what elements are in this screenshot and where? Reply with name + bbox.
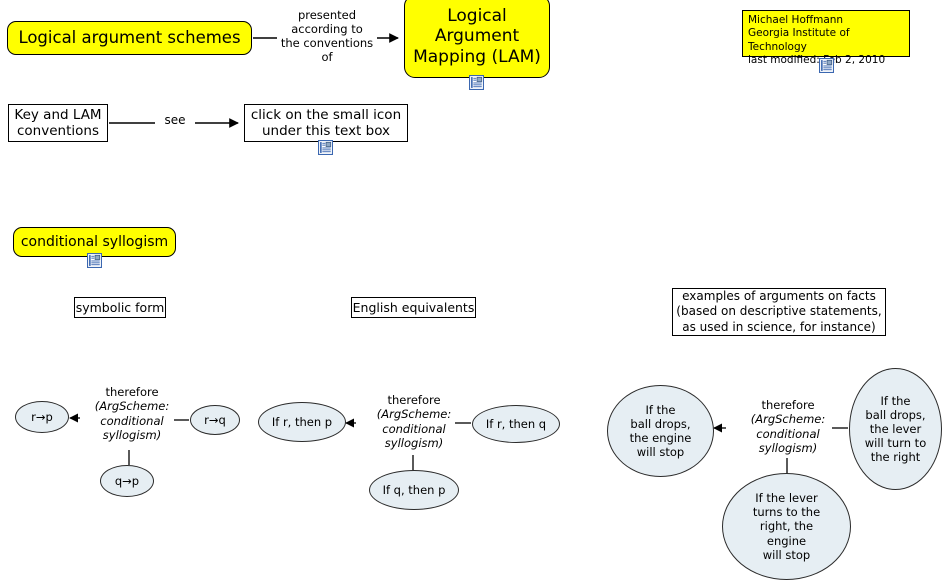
link-text: see: [164, 113, 186, 127]
proposition-node-major-premise-example[interactable]: If the ball drops, the lever will turn t…: [849, 368, 942, 490]
document-resource-icon[interactable]: [318, 140, 333, 155]
node-label-line-2: under this text box: [261, 123, 391, 139]
proposition-node-minor-premise-english[interactable]: If q, then p: [369, 470, 459, 510]
concept-node-logical-argument-mapping[interactable]: Logical Argument Mapping (LAM): [404, 0, 550, 78]
proposition-line-3: the lever: [869, 421, 922, 436]
proposition-line-2: turns to the: [752, 505, 821, 520]
link-scheme-line-1: (ArgScheme:: [750, 412, 826, 427]
proposition-text: If r, then q: [485, 416, 547, 431]
link-label-see[interactable]: see: [156, 113, 194, 128]
node-label-line-2: Argument: [434, 26, 520, 47]
proposition-node-conclusion-english[interactable]: If r, then p: [258, 402, 346, 442]
link-line-4: of: [321, 50, 333, 65]
node-label-line-1: click on the small icon: [250, 106, 402, 123]
proposition-node-minor-premise-example[interactable]: If the lever turns to the right, the eng…: [722, 473, 851, 580]
link-scheme-line-2: conditional: [100, 413, 164, 428]
proposition-line-5: will stop: [762, 547, 811, 562]
node-label: conditional syllogism: [20, 233, 169, 250]
link-scheme-line-3: syllogism): [384, 435, 444, 450]
concept-node-key-and-lam-conventions[interactable]: Key and LAM conventions: [8, 104, 108, 142]
column-label-symbolic-form[interactable]: symbolic form: [74, 297, 166, 318]
label-line-1: examples of arguments on facts: [682, 288, 876, 303]
proposition-node-conclusion-example[interactable]: If the ball drops, the engine will stop: [607, 385, 714, 477]
column-label-english-equivalents[interactable]: English equivalents: [351, 297, 476, 318]
link-scheme-line-1: (ArgScheme:: [94, 399, 170, 414]
proposition-line-1: If the lever: [755, 491, 818, 506]
proposition-text: r→q: [204, 412, 226, 427]
node-label-line-3: Mapping (LAM): [413, 46, 541, 67]
proposition-line-2: ball drops,: [865, 407, 926, 422]
link-scheme-line-1: (ArgScheme:: [376, 407, 452, 422]
proposition-text: r→p: [31, 409, 53, 424]
proposition-node-major-premise-english[interactable]: If r, then q: [472, 405, 560, 443]
label-line-2: (based on descriptive statements,: [676, 304, 882, 319]
proposition-node-conclusion-symbolic[interactable]: r→p: [15, 401, 69, 433]
node-label-line-1: Logical: [447, 6, 507, 27]
node-label-line-1: Key and LAM: [14, 106, 102, 123]
link-line-1: presented: [297, 8, 357, 22]
proposition-text: If r, then p: [271, 414, 333, 429]
label-text: symbolic form: [75, 300, 165, 315]
link-scheme-line-3: syllogism): [102, 427, 162, 442]
proposition-text: q→p: [114, 473, 140, 488]
document-resource-icon[interactable]: [819, 58, 834, 73]
link-scheme-line-3: syllogism): [758, 440, 818, 455]
link-scheme-line-2: conditional: [756, 426, 820, 441]
link-label-therefore-example[interactable]: therefore (ArgScheme: conditional syllog…: [738, 398, 838, 455]
proposition-line-4: engine: [766, 533, 807, 548]
link-therefore-word: therefore: [761, 398, 815, 412]
proposition-node-major-premise-symbolic[interactable]: r→q: [190, 405, 240, 435]
proposition-line-2: ball drops,: [630, 416, 691, 431]
link-label-presented-according-to[interactable]: presented according to the conventions o…: [278, 8, 376, 65]
proposition-line-4: will stop: [636, 445, 685, 460]
document-resource-icon[interactable]: [87, 253, 102, 268]
proposition-line-3: the engine: [629, 431, 692, 445]
proposition-line-5: the right: [870, 450, 921, 465]
link-scheme-line-2: conditional: [382, 421, 446, 436]
label-line-3: as used in science, for instance): [682, 319, 876, 334]
link-therefore-word: therefore: [105, 385, 159, 399]
concept-node-logical-argument-schemes[interactable]: Logical argument schemes: [7, 21, 252, 55]
document-resource-icon[interactable]: [469, 75, 484, 90]
concept-node-click-on-small-icon[interactable]: click on the small icon under this text …: [244, 104, 408, 142]
node-label-line-2: conventions: [17, 123, 99, 139]
node-label: Logical argument schemes: [18, 28, 241, 48]
author-affiliation: Georgia Institute of Technology: [748, 27, 850, 53]
proposition-line-1: If the: [880, 393, 911, 408]
link-label-therefore-english[interactable]: therefore (ArgScheme: conditional syllog…: [364, 393, 464, 450]
link-line-3: the conventions: [280, 36, 374, 51]
author-info-box[interactable]: Michael Hoffmann Georgia Institute of Te…: [742, 10, 910, 66]
proposition-node-minor-premise-symbolic[interactable]: q→p: [100, 465, 154, 497]
link-line-2: according to: [291, 22, 363, 37]
proposition-line-1: If the: [645, 402, 676, 417]
concept-map-canvas: Logical argument schemes presented accor…: [0, 0, 946, 585]
proposition-line-4: will turn to: [864, 436, 927, 450]
link-therefore-word: therefore: [387, 393, 441, 407]
link-label-therefore-symbolic[interactable]: therefore (ArgScheme: conditional syllog…: [82, 385, 182, 442]
proposition-line-3: right, the: [759, 519, 814, 534]
column-label-examples-of-arguments[interactable]: examples of arguments on facts (based on…: [672, 288, 886, 336]
label-text: English equivalents: [352, 300, 475, 315]
proposition-text: If q, then p: [382, 482, 446, 497]
author-name: Michael Hoffmann: [748, 14, 844, 26]
